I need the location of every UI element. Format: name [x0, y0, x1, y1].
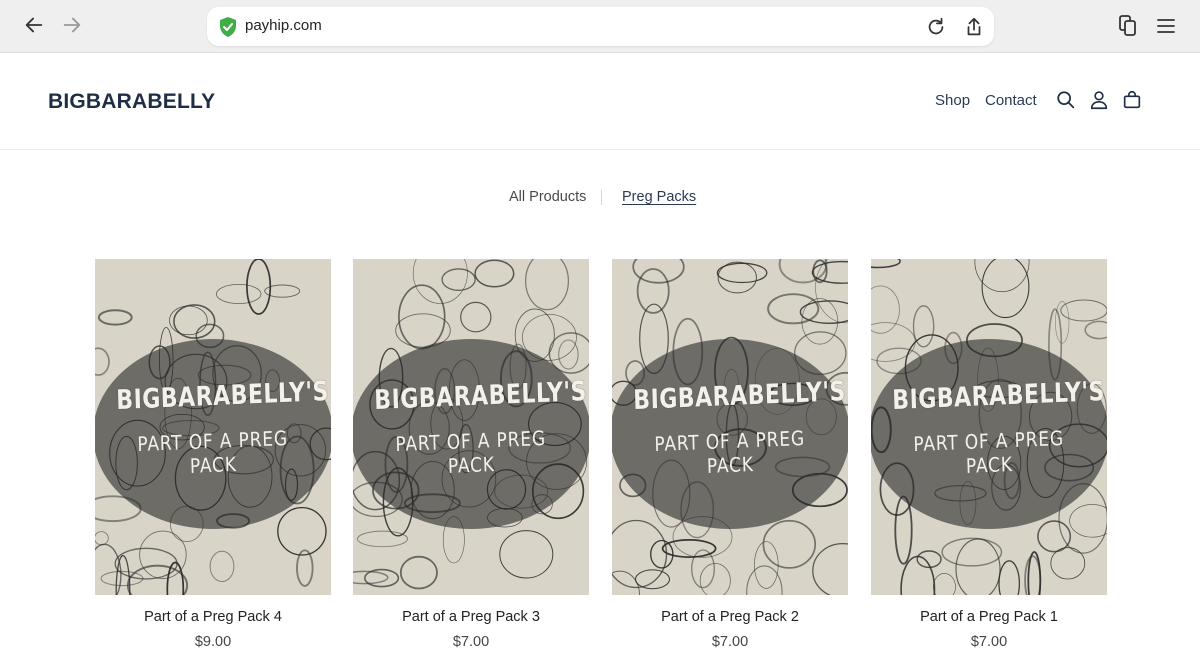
sketch-stroke — [754, 541, 779, 589]
product-card[interactable]: BIGBARABELLY'S PART OF A PREG PACK Part … — [871, 259, 1107, 650]
reload-icon[interactable] — [925, 16, 947, 38]
shield-check-icon — [220, 17, 236, 37]
arrow-left-icon — [25, 17, 43, 33]
sketch-stroke — [95, 495, 142, 523]
sketch-stroke — [353, 570, 389, 585]
sketch-stroke — [716, 262, 768, 284]
site-header: BIGBARABELLY Shop Contact — [0, 53, 1200, 150]
sketch-stroke — [126, 564, 189, 595]
sketch-stroke — [296, 549, 314, 587]
sketch-stroke — [794, 331, 847, 375]
bag-icon[interactable] — [1121, 89, 1143, 111]
sketch-stroke — [460, 301, 492, 333]
product-price: $9.00 — [194, 634, 232, 650]
sketch-stroke — [1024, 555, 1042, 595]
sketch-stroke — [114, 547, 178, 580]
search-icon[interactable] — [1055, 89, 1077, 111]
product-name[interactable]: Part of a Preg Pack 3 — [353, 609, 589, 625]
tabs-icon[interactable] — [1117, 14, 1139, 38]
sketch-stroke — [169, 305, 208, 336]
forward-button[interactable] — [59, 12, 85, 38]
sketch-stroke — [767, 293, 820, 325]
sketch-stroke — [812, 542, 848, 595]
sketch-stroke — [95, 531, 109, 546]
product-card[interactable]: BIGBARABELLY'S PART OF A PREG PACK Part … — [95, 259, 331, 650]
sketch-stroke — [998, 560, 1021, 595]
sketch-stroke — [941, 537, 1003, 567]
sketch-stroke — [612, 519, 668, 589]
arrow-right-icon — [63, 17, 81, 33]
share-icon[interactable] — [963, 16, 985, 38]
sketch-stroke — [762, 519, 817, 569]
sketch-stroke — [894, 495, 913, 565]
product-cover-image[interactable]: BIGBARABELLY'S PART OF A PREG PACK — [871, 259, 1107, 595]
product-name[interactable]: Part of a Preg Pack 1 — [871, 609, 1107, 625]
product-card[interactable]: BIGBARABELLY'S PART OF A PREG PACK Part … — [353, 259, 589, 650]
back-button[interactable] — [21, 12, 47, 38]
filter-divider — [601, 190, 602, 205]
nav-contact-link[interactable]: Contact — [985, 92, 1037, 109]
sketch-stroke — [661, 539, 717, 558]
brand-logo[interactable]: BIGBARABELLY — [48, 90, 215, 114]
product-price: $7.00 — [970, 634, 1008, 650]
sketch-stroke — [634, 569, 671, 590]
sketch-stroke — [871, 259, 901, 269]
user-icon[interactable] — [1088, 89, 1110, 111]
category-filters: All Products Preg Packs — [0, 189, 1200, 209]
sketch-stroke — [1084, 320, 1107, 340]
sketch-stroke — [955, 538, 1001, 595]
browser-toolbar: payhip.com — [0, 0, 1200, 53]
cover-subtitle: PART OF A PREG PACK — [654, 425, 806, 478]
sketch-stroke — [97, 309, 133, 326]
sketch-stroke — [558, 339, 579, 370]
sketch-stroke — [1055, 301, 1070, 344]
sketch-stroke — [209, 550, 235, 582]
filter-preg-packs[interactable]: Preg Packs — [622, 189, 696, 205]
sketch-stroke — [499, 530, 554, 579]
sketch-stroke — [525, 259, 569, 311]
sketch-stroke — [811, 260, 848, 284]
sketch-stroke — [364, 568, 400, 588]
nav-shop-link[interactable]: Shop — [935, 92, 970, 109]
sketch-stroke — [173, 304, 216, 339]
sketch-stroke — [441, 268, 476, 291]
cover-subtitle: PART OF A PREG PACK — [395, 425, 547, 478]
sketch-stroke — [95, 347, 110, 376]
cover-subtitle: PART OF A PREG PACK — [913, 425, 1065, 478]
product-price: $7.00 — [711, 634, 749, 650]
sketch-stroke — [746, 565, 783, 595]
cover-subtitle: PART OF A PREG PACK — [137, 425, 289, 478]
sketch-stroke — [246, 259, 272, 315]
sketch-stroke — [399, 555, 438, 590]
product-cover-image[interactable]: BIGBARABELLY'S PART OF A PREG PACK — [612, 259, 848, 595]
sketch-stroke — [932, 573, 956, 595]
sketch-stroke — [1058, 483, 1107, 554]
product-name[interactable]: Part of a Preg Pack 2 — [612, 609, 848, 625]
sketch-stroke — [815, 259, 848, 324]
address-bar[interactable]: payhip.com — [207, 7, 994, 46]
sketch-stroke — [215, 283, 262, 305]
sketch-stroke — [357, 530, 408, 548]
sketch-stroke — [871, 285, 900, 334]
sketch-stroke — [1069, 504, 1107, 538]
product-name[interactable]: Part of a Preg Pack 4 — [95, 609, 331, 625]
sketch-stroke — [612, 570, 640, 595]
sketch-stroke — [636, 268, 670, 314]
sketch-stroke — [871, 322, 916, 362]
menu-icon[interactable] — [1155, 14, 1177, 38]
filter-all-products[interactable]: All Products — [509, 189, 586, 205]
product-card[interactable]: BIGBARABELLY'S PART OF A PREG PACK Part … — [612, 259, 848, 650]
product-cover-image[interactable]: BIGBARABELLY'S PART OF A PREG PACK — [353, 259, 589, 595]
sketch-stroke — [277, 506, 327, 556]
product-price: $7.00 — [452, 634, 490, 650]
product-cover-image[interactable]: BIGBARABELLY'S PART OF A PREG PACK — [95, 259, 331, 595]
sketch-stroke — [474, 259, 515, 288]
url-text: payhip.com — [245, 17, 322, 34]
sketch-stroke — [1037, 520, 1072, 553]
sketch-stroke — [699, 562, 731, 595]
